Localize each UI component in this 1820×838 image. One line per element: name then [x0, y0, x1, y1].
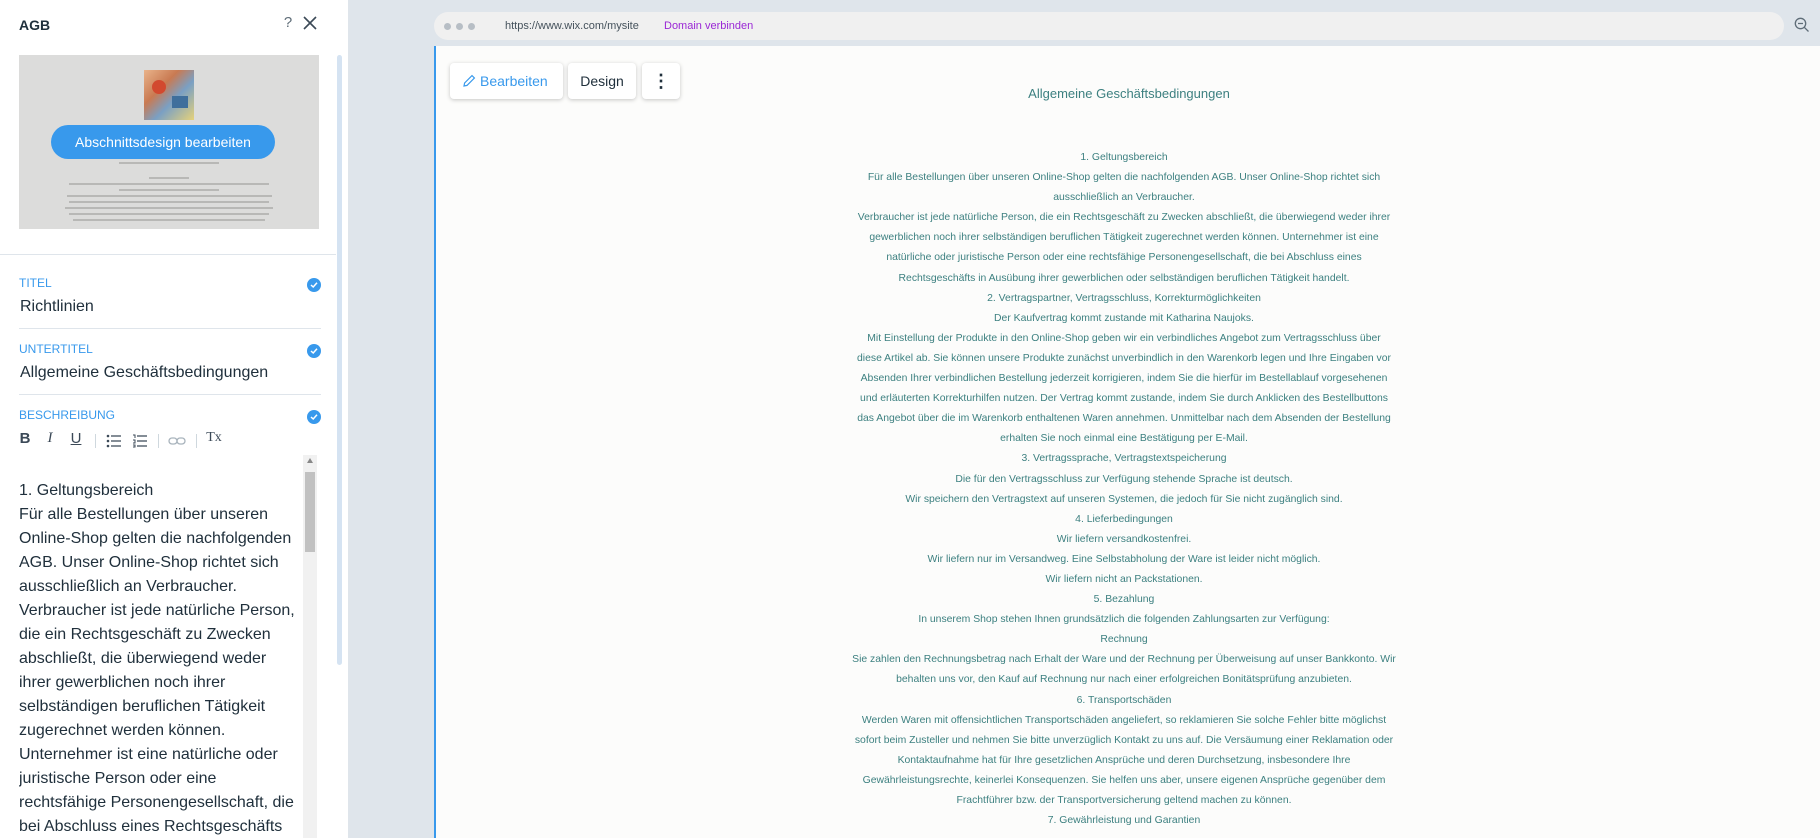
link-icon[interactable]	[168, 430, 186, 452]
browser-preview: https://www.wix.com/mysite Domain verbin…	[434, 6, 1820, 838]
panel-scrollbar[interactable]	[337, 55, 342, 665]
preview-text-line	[149, 177, 189, 179]
description-field-label: BESCHREIBUNG	[19, 408, 116, 422]
section-heading: Allgemeine Geschäftsbedingungen	[1028, 86, 1230, 101]
title-check-icon	[307, 278, 321, 292]
editor-scrollbar[interactable]	[303, 455, 317, 838]
zoom-out-icon[interactable]	[1794, 17, 1810, 33]
preview-text-line	[69, 201, 269, 203]
panel-divider	[0, 254, 336, 255]
subtitle-field-label: UNTERTITEL	[19, 342, 93, 356]
italic-button[interactable]: I	[44, 430, 56, 452]
address-bar: https://www.wix.com/mysite Domain verbin…	[434, 12, 1784, 40]
description-text[interactable]: 1. Geltungsbereich Für alle Bestellungen…	[19, 479, 299, 838]
clear-format-button[interactable]: Tx	[205, 430, 223, 452]
terms-body-text: 1. Geltungsbereich Für alle Bestellungen…	[852, 152, 1396, 827]
panel-header: AGB ?	[0, 0, 348, 50]
description-text-editor[interactable]: 1. Geltungsbereich Für alle Bestellungen…	[19, 455, 321, 838]
subtitle-field-input[interactable]: Allgemeine Geschäftsbedingungen	[20, 364, 268, 382]
editor-scroll-thumb[interactable]	[305, 472, 315, 552]
bullet-list-icon[interactable]	[106, 430, 122, 452]
window-dot-icon	[468, 23, 475, 30]
preview-text-line	[67, 195, 272, 197]
section-preview: Abschnittsdesign bearbeiten	[19, 55, 319, 229]
rich-text-toolbar: B I U Tx	[18, 430, 258, 452]
bold-button[interactable]: B	[18, 430, 32, 452]
field-divider	[19, 328, 321, 329]
preview-text-line	[73, 219, 265, 221]
toolbar-separator	[95, 434, 96, 448]
panel-title: AGB	[19, 17, 51, 33]
connect-domain-link[interactable]: Domain verbinden	[664, 20, 753, 32]
subtitle-check-icon	[307, 344, 321, 358]
field-divider	[19, 394, 321, 395]
preview-text-line	[69, 183, 269, 185]
toolbar-separator	[158, 434, 159, 448]
preview-text-line	[69, 213, 269, 215]
settings-panel: AGB ? Abschnittsdesign bearbeiten TITEL …	[0, 0, 348, 838]
window-dot-icon	[456, 23, 463, 30]
site-url: https://www.wix.com/mysite	[505, 20, 639, 32]
close-icon[interactable]	[303, 16, 321, 34]
underline-button[interactable]: U	[69, 430, 83, 452]
scroll-up-arrow-icon[interactable]	[307, 458, 313, 463]
preview-text-line	[119, 162, 219, 164]
preview-text-line	[65, 207, 273, 209]
title-field-input[interactable]: Richtlinien	[20, 298, 94, 316]
preview-text-line	[119, 189, 219, 191]
site-section[interactable]: Bearbeiten Design ⋮ Allgemeine Geschäfts…	[434, 46, 1820, 838]
help-icon[interactable]: ?	[280, 14, 296, 34]
numbered-list-icon[interactable]	[132, 430, 148, 452]
window-dot-icon	[444, 23, 451, 30]
preview-thumbnail-image	[144, 70, 194, 120]
description-check-icon	[307, 410, 321, 424]
edit-section-design-button[interactable]: Abschnittsdesign bearbeiten	[51, 125, 275, 159]
title-field-label: TITEL	[19, 276, 52, 290]
toolbar-separator	[196, 434, 197, 448]
